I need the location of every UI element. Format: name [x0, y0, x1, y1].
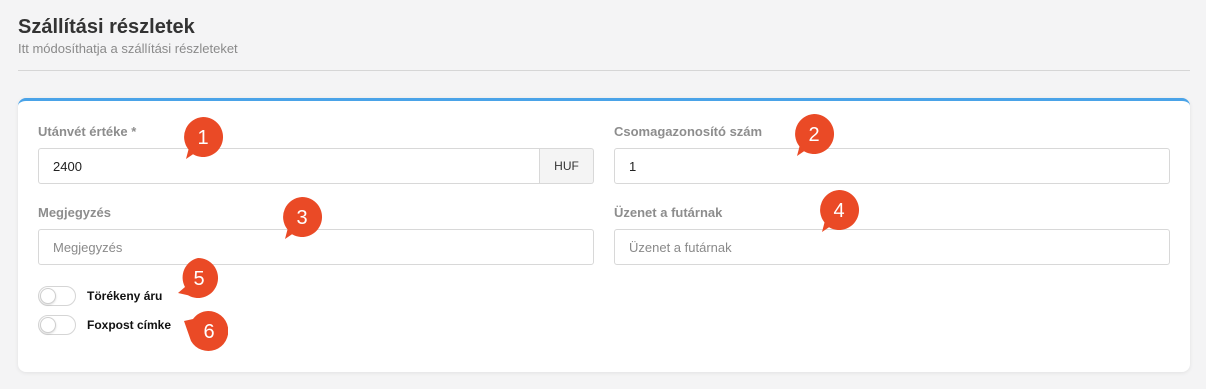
fragile-toggle-row[interactable]: Törékeny áru [38, 286, 162, 306]
foxpost-label-toggle[interactable] [38, 315, 76, 335]
marker-5-number: 5 [193, 268, 204, 290]
marker-2: 2 [792, 112, 836, 156]
marker-6-number: 6 [203, 321, 214, 343]
header-divider [18, 70, 1190, 71]
fragile-toggle-label: Törékeny áru [87, 289, 163, 303]
marker-2-number: 2 [808, 124, 819, 146]
marker-1-number: 1 [197, 127, 208, 149]
note-label: Megjegyzés [38, 205, 111, 220]
foxpost-label-toggle-row[interactable]: Foxpost címke [38, 315, 171, 335]
foxpost-label-toggle-label: Foxpost címke [87, 318, 172, 332]
cod-input[interactable]: 2400 [38, 148, 540, 184]
marker-5: 5 [176, 256, 220, 300]
marker-3-number: 3 [296, 207, 307, 229]
marker-6: 6 [184, 309, 228, 353]
package-id-label: Csomagazonosító szám [614, 124, 763, 139]
marker-4-number: 4 [833, 200, 844, 222]
courier-message-input[interactable]: Üzenet a futárnak [614, 229, 1170, 265]
marker-1: 1 [181, 115, 225, 159]
page-subtitle: Itt módosíthatja a szállítási részleteke… [18, 41, 238, 56]
cod-currency-addon: HUF [540, 148, 594, 184]
package-id-input[interactable]: 1 [614, 148, 1170, 184]
courier-message-label: Üzenet a futárnak [614, 205, 723, 220]
page-header: Szállítási részletek Itt módosíthatja a … [18, 14, 238, 58]
toggle-knob [40, 317, 56, 333]
fragile-toggle[interactable] [38, 286, 76, 306]
cod-label: Utánvét értéke * [38, 124, 137, 139]
marker-4: 4 [817, 188, 861, 232]
page-title: Szállítási részletek [18, 16, 195, 38]
marker-3: 3 [280, 195, 324, 239]
page: Szállítási részletek Itt módosíthatja a … [0, 0, 1206, 389]
toggle-knob [40, 288, 56, 304]
